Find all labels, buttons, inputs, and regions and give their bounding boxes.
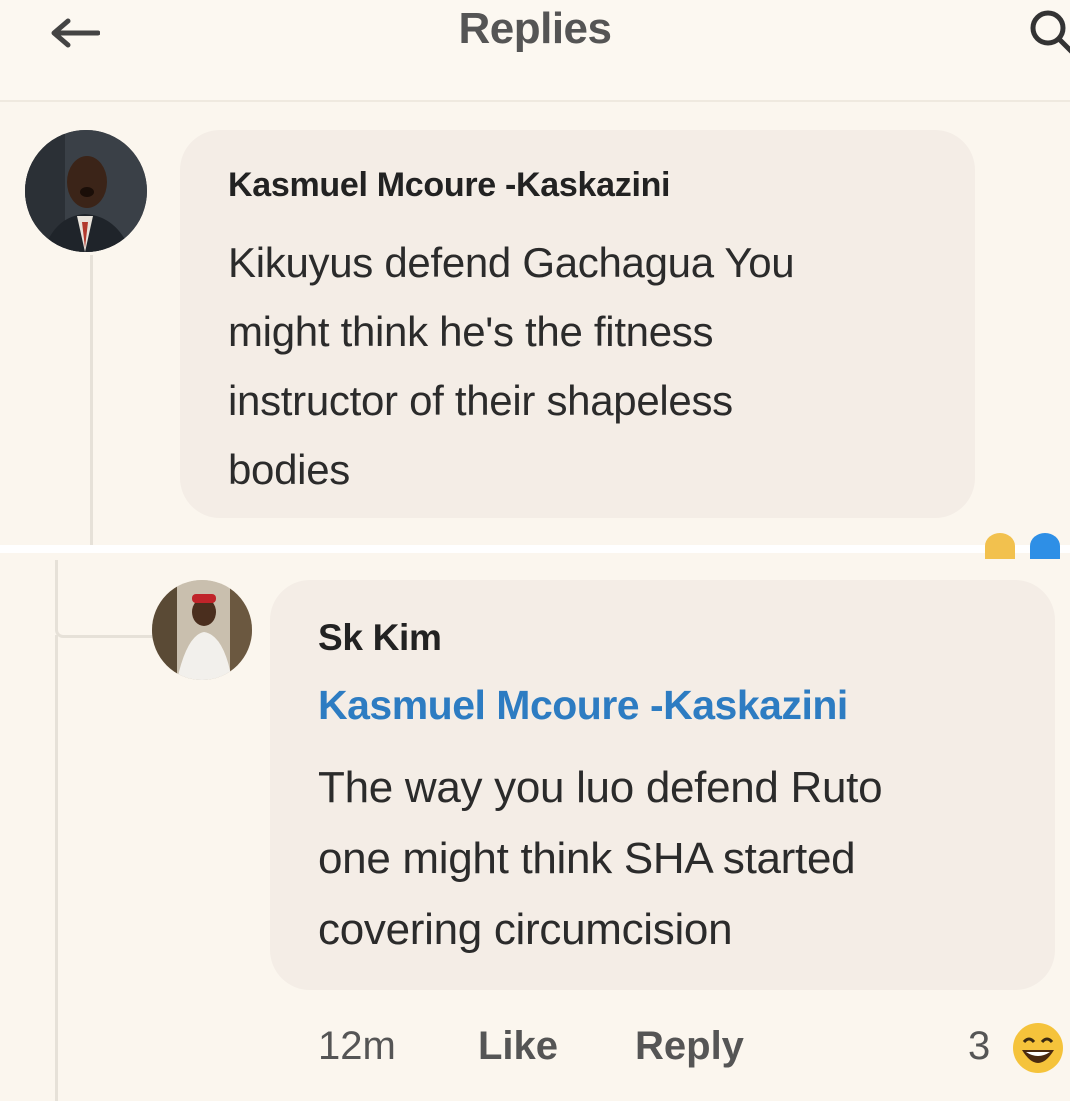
- avatar-sk-kim[interactable]: [152, 580, 252, 680]
- comment-text: Kikuyus defend Gachagua You might think …: [228, 239, 795, 493]
- reply-timestamp: 12m: [318, 1024, 396, 1068]
- like-peek-icon: [1030, 533, 1060, 559]
- reply-connector: [55, 560, 153, 638]
- divider: [0, 545, 1070, 553]
- reaction-count[interactable]: 3: [968, 1024, 990, 1069]
- thread-line: [90, 255, 93, 545]
- comment-author[interactable]: Kasmuel Mcoure -Kaskazini: [228, 166, 671, 205]
- mention-link[interactable]: Kasmuel Mcoure -Kaskazini: [318, 682, 848, 729]
- reply-author[interactable]: Sk Kim: [318, 617, 442, 659]
- avatar-kasmuel[interactable]: [25, 130, 147, 252]
- page-title: Replies: [458, 4, 612, 53]
- like-button[interactable]: Like: [478, 1024, 558, 1069]
- header-bar: Replies: [0, 0, 1070, 102]
- reply-button[interactable]: Reply: [635, 1024, 744, 1069]
- reply-text: The way you luo defend Ruto one might th…: [318, 763, 883, 954]
- reaction-peek-icon: [985, 533, 1015, 559]
- reply-thread-line: [55, 635, 58, 1101]
- haha-emoji-icon[interactable]: [1010, 1020, 1070, 1076]
- search-icon[interactable]: [1022, 4, 1070, 54]
